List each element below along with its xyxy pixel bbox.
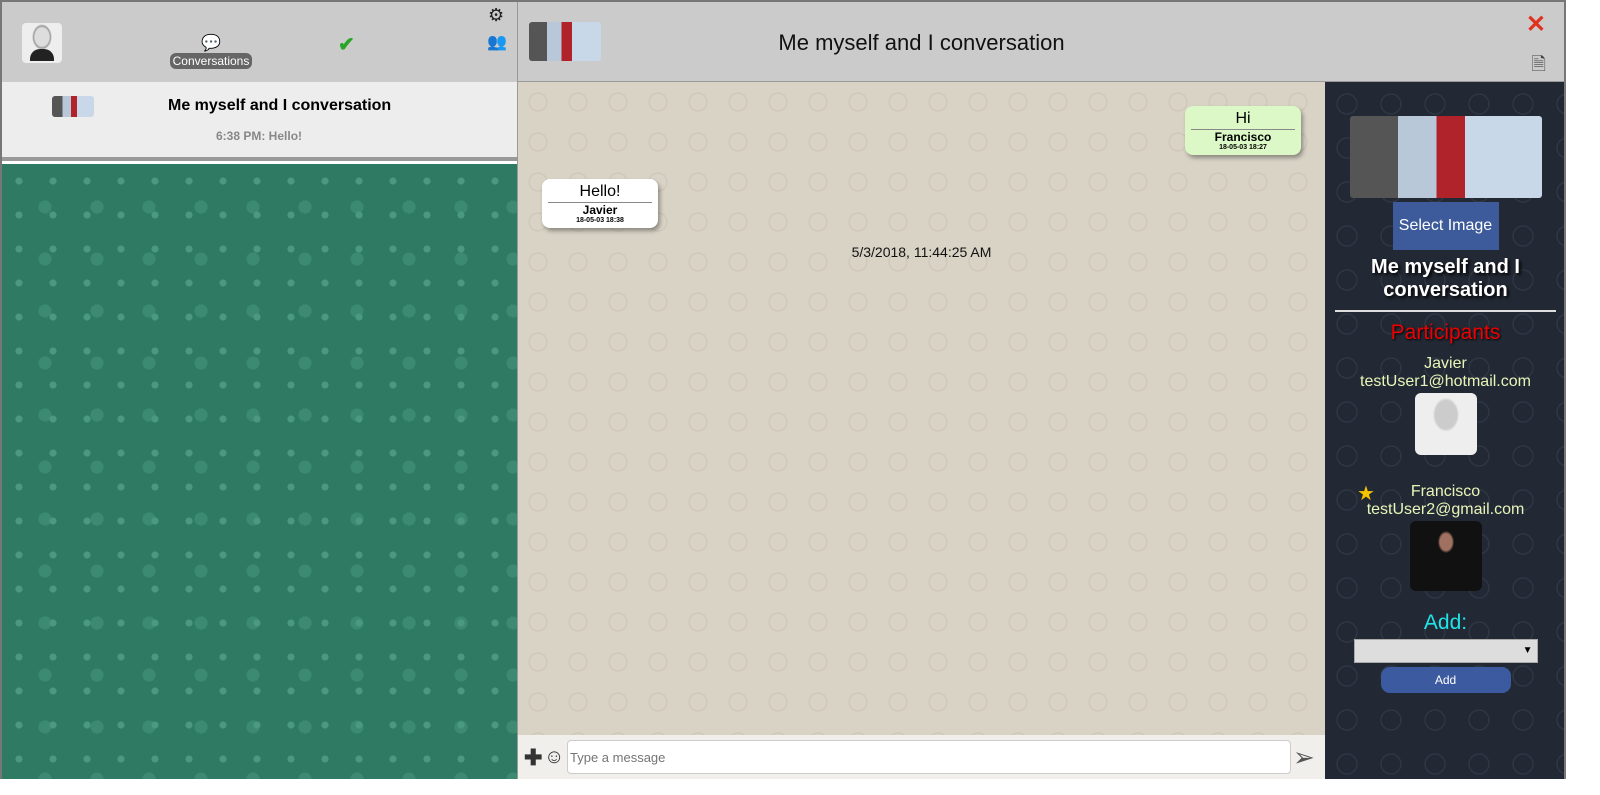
add-heading: Add: (1423, 611, 1468, 634)
details-panel: ✕ 🗎 Select Image Me myself and I convers… (1325, 2, 1564, 779)
message-incoming: Hello! Javier 18-05-03 18:38 (542, 179, 658, 228)
message-date: 18-05-03 18:38 (576, 217, 624, 224)
chat-panel: Me myself and I conversation Hi Francisco… (518, 2, 1325, 779)
details-header: ✕ 🗎 (1325, 2, 1564, 82)
speech-bubble-icon: 💬 (201, 35, 221, 52)
user-avatar[interactable] (22, 23, 62, 63)
conversations-label: Conversations (169, 53, 253, 69)
message-author: Javier (582, 203, 618, 217)
message-outgoing: Hi Francisco 18-05-03 18:27 (1185, 106, 1301, 155)
date-stamp: 5/3/2018, 11:44:25 AM (851, 244, 992, 260)
admin-star-icon: ★ (1357, 483, 1375, 505)
add-participant-select[interactable]: ▼ (1353, 639, 1538, 663)
sidebar-header: 💬 Conversations ✔ ⚙ 👥 (2, 2, 517, 82)
emoji-icon[interactable]: ☺ (544, 746, 564, 769)
participant-avatar (1409, 521, 1482, 591)
conversations-button[interactable]: 💬 Conversations (168, 36, 254, 70)
participant-email: testUser1@hotmail.com (1360, 373, 1531, 390)
conversation-list-item[interactable]: Me myself and I conversation 6:38 PM: He… (2, 82, 517, 161)
message-area[interactable]: Hi Francisco 18-05-03 18:27 Hello! Javier 18… (518, 82, 1325, 735)
sidebar: 💬 Conversations ✔ ⚙ 👥 Me myself and I con… (2, 2, 518, 779)
add-button[interactable]: Add (1380, 667, 1511, 693)
checkmark-icon[interactable]: ✔ (338, 32, 355, 57)
send-icon[interactable]: ➢ (1293, 742, 1315, 773)
message-author: Francisco (1214, 130, 1272, 144)
background-pattern (2, 164, 517, 779)
participant-name: Javier (1424, 355, 1467, 372)
chevron-down-icon: ▼ (1522, 645, 1533, 656)
select-image-button[interactable]: Select Image (1392, 202, 1499, 250)
leave-document-icon[interactable]: 🗎 (1532, 52, 1546, 82)
attach-plus-icon[interactable]: ✚ (524, 745, 542, 771)
chat-title: Me myself and I conversation (778, 30, 1065, 55)
chat-header: Me myself and I conversation (518, 2, 1325, 82)
gear-icon[interactable]: ⚙ (488, 5, 504, 26)
close-icon[interactable]: ✕ (1526, 10, 1546, 39)
conversation-image-large (1349, 116, 1542, 198)
message-text: Hello! (548, 183, 652, 203)
message-text: Hi (1191, 110, 1295, 130)
contacts-icon[interactable]: 👥 (487, 32, 507, 52)
participant-name: Francisco (1410, 483, 1481, 500)
message-input[interactable] (567, 740, 1291, 774)
conversation-name: Me myself and I conversation (1335, 256, 1556, 312)
message-date: 18-05-03 18:27 (1219, 144, 1267, 151)
input-bar: ✚ ☺ ➢ (518, 735, 1325, 779)
participant-avatar (1414, 393, 1477, 455)
participant-row: ★ Francisco (1325, 483, 1564, 505)
conversation-title: Me myself and I conversation (168, 97, 392, 114)
conversation-info: Select Image Me myself and I conversatio… (1325, 82, 1564, 779)
conversation-thumbnail (52, 96, 94, 117)
participants-heading: Participants (1390, 321, 1501, 344)
last-message: 6:38 PM: Hello! (216, 129, 303, 143)
